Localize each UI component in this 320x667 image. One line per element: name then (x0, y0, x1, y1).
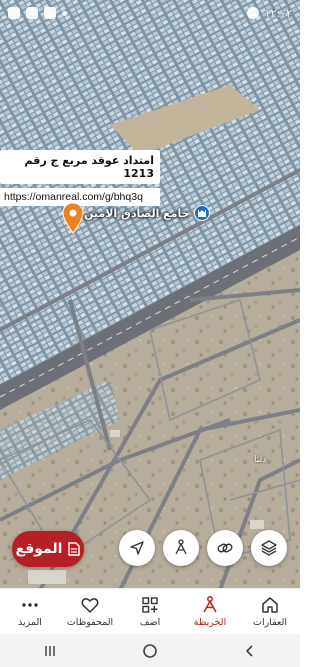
document-icon (68, 542, 81, 556)
message-icon (26, 7, 38, 19)
nav-item-add[interactable]: اضف (121, 590, 179, 634)
back-button[interactable] (242, 643, 258, 659)
listing-label[interactable]: امتداد عوقد مربع ج رقم 1213 https://oman… (0, 150, 160, 206)
nav-item-favorites[interactable]: المحفوظات (61, 590, 119, 634)
link-button[interactable] (207, 530, 243, 566)
nav-label: المحفوظات (66, 617, 114, 628)
listing-title[interactable]: امتداد عوقد مربع ج رقم 1213 (0, 150, 160, 184)
recent-apps-button[interactable] (42, 643, 58, 659)
home-icon (262, 597, 278, 613)
status-notification-icons (8, 7, 67, 19)
mosque-icon (193, 205, 210, 221)
location-button-label: الموقع (15, 541, 63, 557)
gallery-icon (44, 7, 56, 19)
draw-area-icon (175, 539, 187, 555)
nav-label: المزيد (18, 617, 42, 628)
link-icon (217, 543, 233, 553)
app-notification-icon (8, 7, 20, 19)
draw-area-button[interactable] (163, 530, 199, 566)
location-pin-icon[interactable] (62, 202, 84, 234)
layers-icon (261, 540, 277, 556)
map-place-label: دلتا (254, 455, 267, 465)
navigate-button[interactable] (119, 530, 155, 566)
heart-icon (81, 598, 99, 613)
notification-dot-icon (62, 10, 67, 16)
map-icon (203, 596, 217, 613)
back-chevron-icon (246, 644, 253, 657)
navigate-icon (130, 541, 144, 555)
nav-item-map[interactable]: الخريطة (181, 590, 239, 634)
map-screen: ١٢:٠٢ امتداد عوقد مربع ج رقم 1213 https:… (0, 0, 300, 667)
location-button[interactable]: الموقع (12, 531, 84, 567)
nav-item-properties[interactable]: العقارات (241, 590, 299, 634)
system-nav-bar (0, 634, 300, 667)
home-circle-icon (143, 643, 157, 658)
status-bar: ١٢:٠٢ (0, 0, 300, 26)
nav-label: الخريطة (193, 617, 227, 628)
nav-label: اضف (139, 617, 161, 628)
bottom-nav: العقارات الخريطة اضف المحفوظات المزيد (0, 588, 300, 634)
status-time: ١٢:٠٢ (264, 6, 292, 20)
poi-label[interactable]: جامع الصادق الامين (84, 205, 210, 221)
poi-name: جامع الصادق الامين (84, 206, 190, 220)
nav-item-more[interactable]: المزيد (1, 590, 59, 634)
map-imagery (0, 0, 300, 590)
nav-label: العقارات (253, 617, 287, 628)
home-system-button[interactable] (142, 643, 158, 659)
recent-apps-icon (45, 645, 55, 656)
more-icon (22, 603, 38, 607)
add-icon (142, 597, 158, 613)
satellite-map[interactable] (0, 0, 300, 590)
whatsapp-icon (246, 7, 259, 19)
layers-button[interactable] (251, 530, 287, 566)
